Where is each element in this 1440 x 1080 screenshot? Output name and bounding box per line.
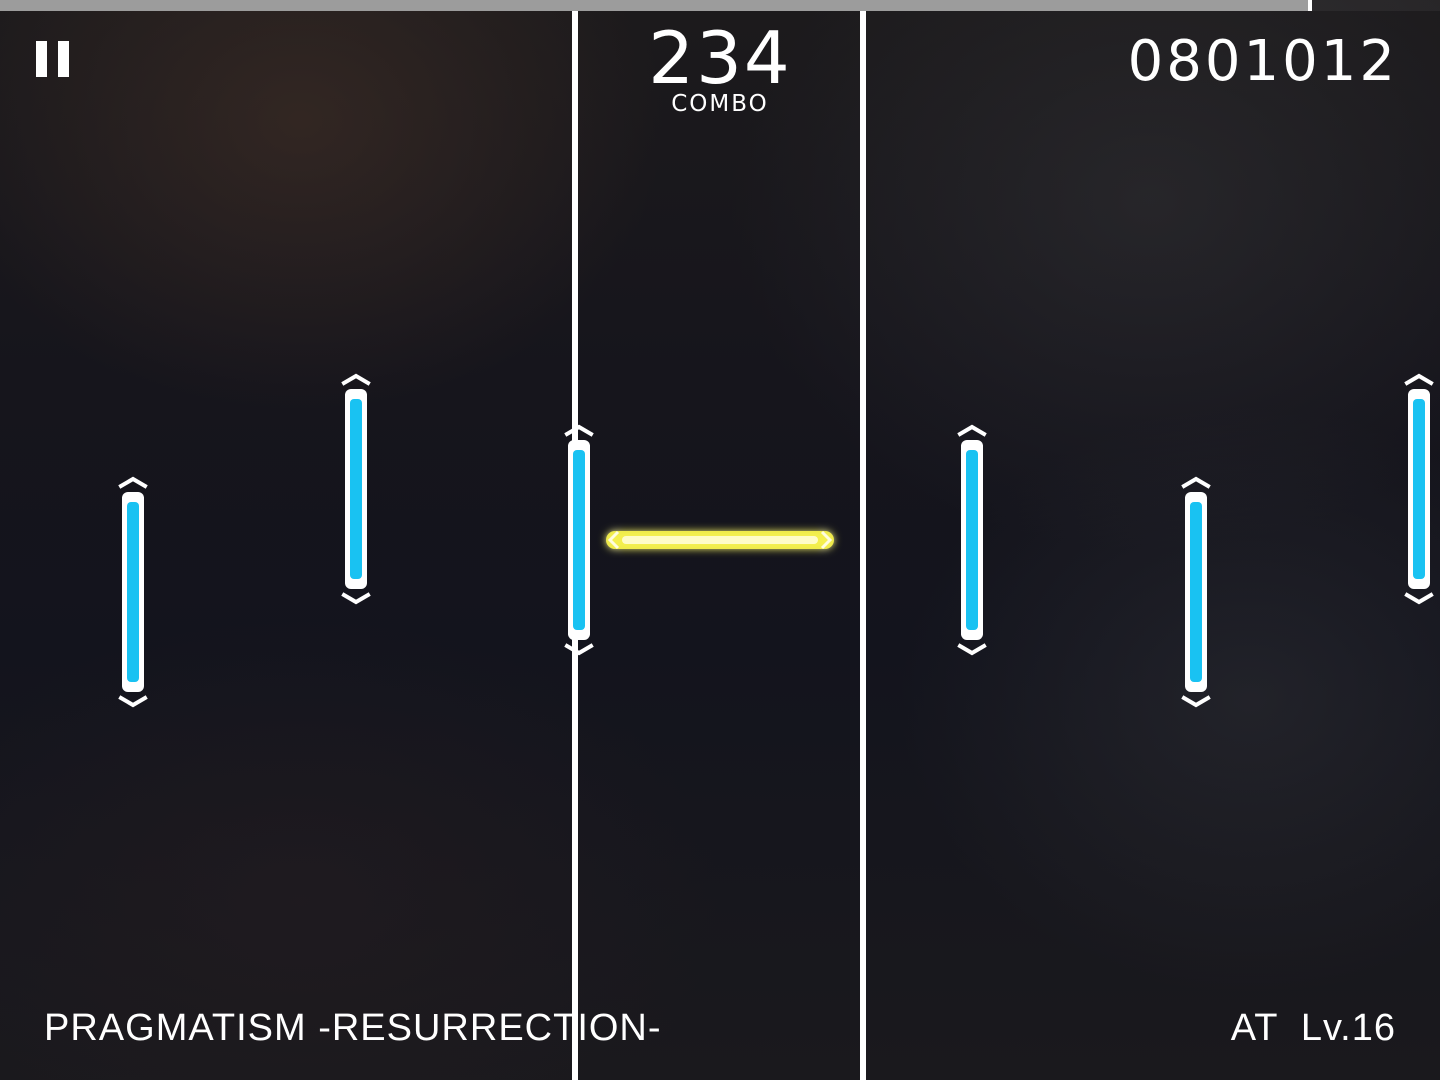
pause-button[interactable]	[30, 36, 78, 84]
tap-note	[564, 424, 594, 656]
tap-note	[1404, 373, 1434, 605]
notes-layer	[118, 373, 1434, 708]
judgement-line-right	[860, 11, 866, 1080]
song-progress-bar	[0, 0, 1440, 11]
song-title: PRAGMATISM -RESURRECTION-	[44, 1007, 662, 1049]
judgement-line-left	[572, 11, 578, 1080]
combo-counter: 234	[648, 16, 792, 100]
combo-label: COMBO	[671, 91, 769, 117]
song-progress-marker	[1308, 0, 1313, 11]
difficulty-level: AT Lv.16	[1230, 1007, 1396, 1049]
tap-note	[118, 476, 148, 708]
tap-note	[1181, 476, 1211, 708]
slide-note	[606, 530, 834, 550]
game-stage[interactable]: 234 COMBO 0801012 PRAGMATISM -RESURRECTI…	[0, 0, 1440, 1080]
tap-note	[957, 424, 987, 656]
song-progress-fill	[0, 0, 1311, 11]
score-counter: 0801012	[1127, 29, 1398, 94]
tap-note	[341, 373, 371, 605]
